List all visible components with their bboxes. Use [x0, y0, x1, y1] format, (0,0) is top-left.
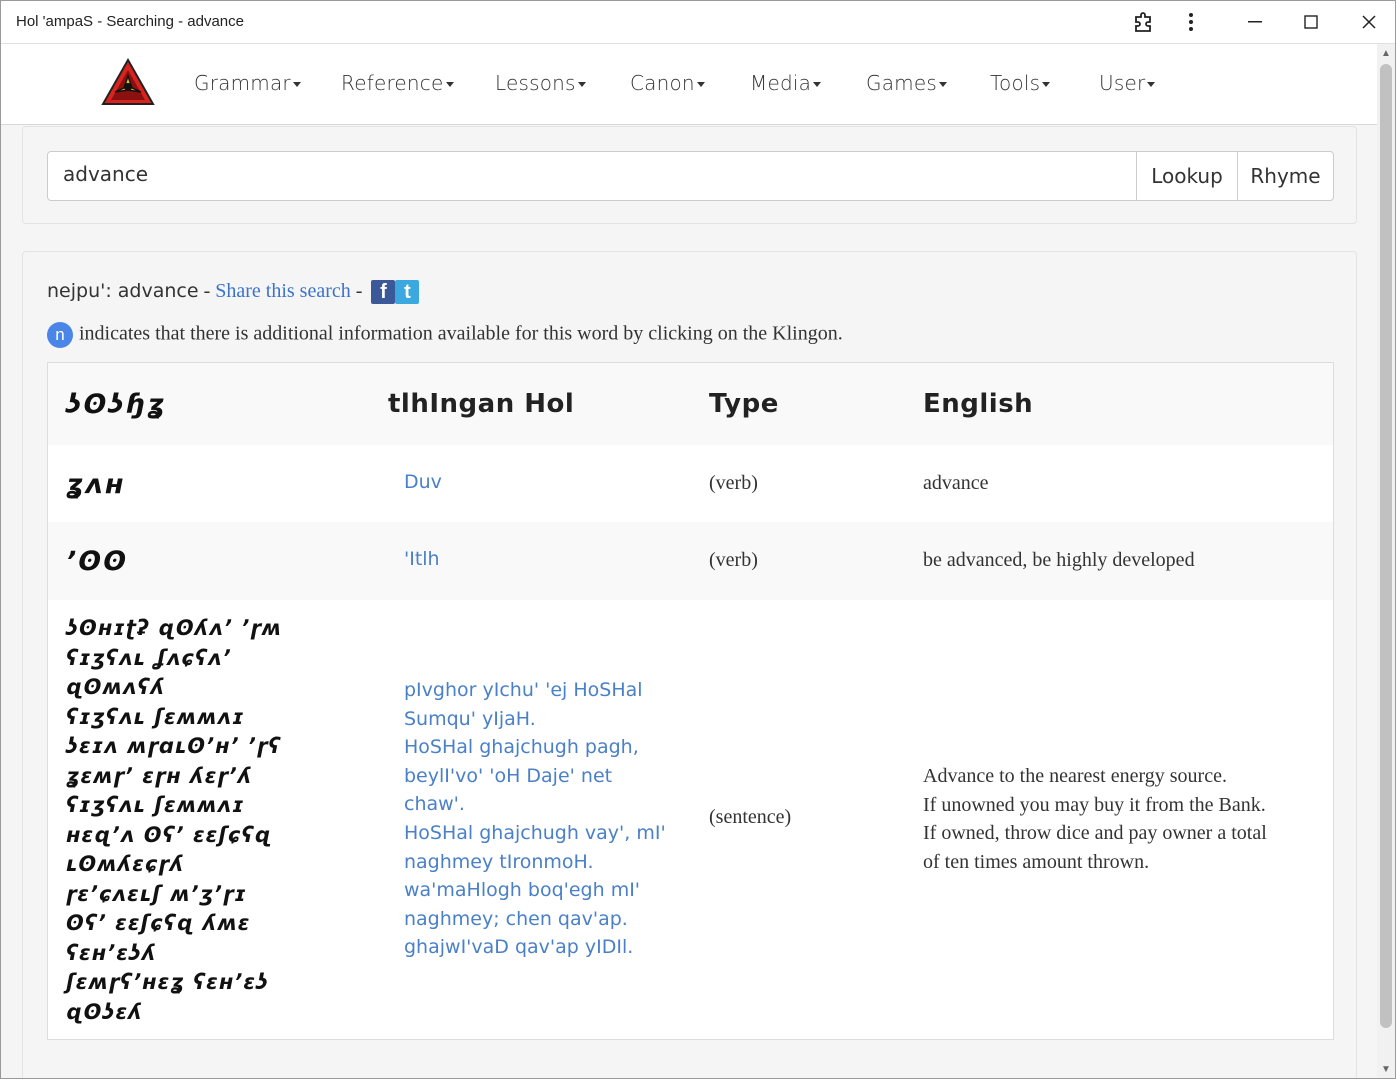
nav-canon[interactable]: Canon	[630, 71, 705, 95]
twitter-icon[interactable]: t	[395, 280, 420, 305]
title-bar: Hol 'ampaS - Searching - advance	[1, 1, 1395, 44]
caret-down-icon	[577, 82, 586, 87]
type-cell: (sentence)	[709, 806, 792, 828]
header-piqad: ʖʘʖɧʓ	[66, 389, 167, 420]
nav-games[interactable]: Games	[866, 71, 947, 95]
browser-window: Hol 'ampaS - Searching - advance Grammar…	[0, 0, 1396, 1079]
piqad-cell: ʓʌʜ	[66, 469, 126, 500]
table-header: ʖʘʖɧʓ tlhIngan Hol Type English	[48, 363, 1333, 446]
note-badge: n	[47, 322, 73, 348]
scroll-up-icon[interactable]: ▲	[1381, 48, 1391, 59]
window-title: Hol 'ampaS - Searching - advance	[16, 13, 244, 30]
english-cell: be advanced, be highly developed	[923, 549, 1195, 571]
caret-down-icon	[1042, 82, 1051, 87]
close-button[interactable]	[1349, 5, 1389, 39]
share-search-link[interactable]: Share this search	[215, 280, 351, 302]
header-tlhingan-hol: tlhIngan Hol	[388, 389, 575, 419]
klingon-word-link[interactable]: Duv	[404, 471, 442, 493]
maximize-button[interactable]	[1291, 5, 1331, 39]
results-panel: nejpu': advance - Share this search - ft…	[22, 251, 1357, 1078]
caret-down-icon	[1147, 82, 1156, 87]
header-type: Type	[709, 389, 779, 419]
info-note: n indicates that there is additional info…	[47, 322, 843, 348]
scrollbar-thumb[interactable]	[1380, 64, 1392, 1028]
table-row: ʼʘʘ 'Itlh (verb) be advanced, be highly …	[48, 522, 1333, 601]
type-cell: (verb)	[709, 549, 758, 571]
navbar: Grammar Reference Lessons Canon Media Ga…	[1, 44, 1377, 125]
nav-tools[interactable]: Tools	[990, 71, 1051, 95]
kebab-menu-icon[interactable]	[1176, 7, 1206, 37]
caret-down-icon	[696, 82, 705, 87]
klingon-logo[interactable]	[101, 57, 155, 106]
piqad-cell: ʖʘʜɪʈʡ ɋʘʎʌʼ ʼɼʍ ʕɪʒʕʌʟ ʆʌɕʕʌʼ ɋʘʍʌʕʎ ʕɪ…	[66, 616, 283, 1024]
facebook-icon[interactable]: f	[371, 280, 396, 305]
search-panel: advance Lookup Rhyme	[22, 126, 1357, 224]
caret-down-icon	[938, 82, 947, 87]
scroll-down-icon[interactable]: ▼	[1381, 1064, 1391, 1075]
vertical-scrollbar[interactable]: ▲ ▼	[1377, 44, 1395, 1078]
nav-reference[interactable]: Reference	[341, 71, 454, 95]
search-input[interactable]: advance	[47, 151, 1137, 201]
english-cell: Advance to the nearest energy source. If…	[923, 765, 1267, 874]
header-english: English	[923, 389, 1034, 419]
table-row: ʖʘʜɪʈʡ ɋʘʎʌʼ ʼɼʍ ʕɪʒʕʌʟ ʆʌɕʕʌʼ ɋʘʍʌʕʎ ʕɪ…	[48, 600, 1333, 1039]
english-cell: advance	[923, 472, 989, 494]
lookup-button[interactable]: Lookup	[1136, 151, 1238, 201]
nav-media[interactable]: Media	[750, 71, 822, 95]
klingon-word-link[interactable]: 'Itlh	[404, 548, 440, 570]
summary-prefix: nejpu':	[47, 280, 118, 302]
nav-grammar[interactable]: Grammar	[194, 71, 301, 95]
klingon-sentence-link[interactable]: pIvghor yIchu' 'ej HoSHal Sumqu' yIjaH. …	[404, 676, 666, 962]
rhyme-button[interactable]: Rhyme	[1237, 151, 1334, 201]
summary-query: advance	[117, 280, 199, 302]
search-summary: nejpu': advance - Share this search - ft	[47, 280, 420, 305]
nav-user[interactable]: User	[1099, 71, 1156, 95]
results-table: ʖʘʖɧʓ tlhIngan Hol Type English ʓʌʜ Duv …	[47, 362, 1334, 1040]
piqad-cell: ʼʘʘ	[66, 546, 129, 577]
minimize-button[interactable]	[1235, 5, 1275, 39]
caret-down-icon	[292, 82, 301, 87]
nav-lessons[interactable]: Lessons	[495, 71, 586, 95]
page-content: Grammar Reference Lessons Canon Media Ga…	[1, 44, 1377, 1078]
type-cell: (verb)	[709, 472, 758, 494]
caret-down-icon	[813, 82, 822, 87]
table-row: ʓʌʜ Duv (verb) advance	[48, 445, 1333, 523]
puzzle-icon[interactable]	[1128, 7, 1158, 37]
info-text: indicates that there is additional infor…	[79, 322, 843, 345]
caret-down-icon	[445, 82, 454, 87]
